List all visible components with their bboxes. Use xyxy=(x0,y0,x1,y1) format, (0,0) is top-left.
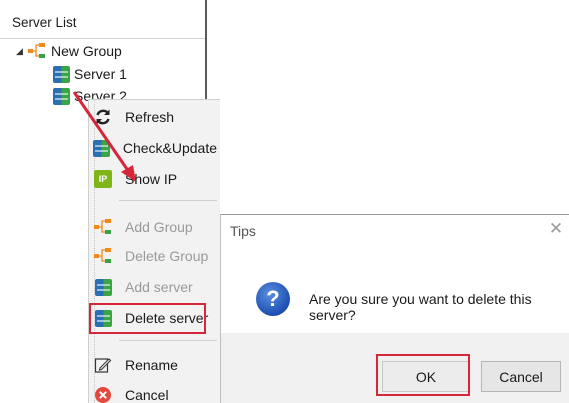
menu-item-label: Cancel xyxy=(125,387,169,403)
group-icon xyxy=(93,246,113,266)
menu-item-label: Check&Update xyxy=(122,140,217,156)
menu-separator xyxy=(119,200,217,201)
cancel-icon xyxy=(93,385,113,403)
delete-server-highlight xyxy=(89,303,206,334)
panel-title: Server List xyxy=(12,15,77,30)
cancel-button[interactable]: Cancel xyxy=(481,361,561,392)
menu-item-add-server[interactable]: Add server xyxy=(93,274,217,300)
menu-item-label: Add Group xyxy=(125,219,193,235)
group-icon xyxy=(93,217,113,237)
close-icon[interactable]: ✕ xyxy=(547,219,565,239)
tree-node-server-1[interactable]: Server 1 xyxy=(53,64,127,84)
server-icon xyxy=(93,277,113,297)
menu-separator xyxy=(119,340,217,341)
menu-item-check-update[interactable]: Check&Update xyxy=(93,135,217,161)
ok-button-highlight xyxy=(376,354,470,396)
group-label: New Group xyxy=(51,43,122,59)
menu-item-label: Show IP xyxy=(125,171,178,187)
panel-divider xyxy=(0,38,205,39)
menu-item-label: Rename xyxy=(125,357,178,373)
rename-icon xyxy=(93,355,113,375)
panel-splitter[interactable] xyxy=(205,0,207,100)
menu-item-label: Delete Group xyxy=(125,248,209,264)
menu-item-show-ip[interactable]: IP Show IP xyxy=(93,166,217,192)
tree-node-group[interactable]: ◢ New Group xyxy=(16,41,122,61)
menu-item-label: Refresh xyxy=(125,109,175,125)
question-icon: ? xyxy=(256,282,290,316)
server-icon xyxy=(93,138,111,158)
dialog-title: Tips xyxy=(230,223,256,239)
expand-triangle-icon[interactable]: ◢ xyxy=(16,46,28,57)
refresh-icon xyxy=(93,107,113,127)
server-label: Server 1 xyxy=(74,66,127,82)
menu-item-label: Add server xyxy=(125,279,193,295)
dialog-message: Are you sure you want to delete this ser… xyxy=(309,291,532,323)
server-icon xyxy=(53,65,70,83)
server-icon xyxy=(53,87,70,105)
group-icon xyxy=(28,43,45,58)
context-menu: Refresh Check&Update IP Show IP Add Grou… xyxy=(88,99,220,403)
ip-icon: IP xyxy=(93,169,113,189)
menu-item-delete-group[interactable]: Delete Group xyxy=(93,243,217,269)
menu-item-rename[interactable]: Rename xyxy=(93,352,217,378)
menu-item-refresh[interactable]: Refresh xyxy=(93,104,217,130)
menu-item-add-group[interactable]: Add Group xyxy=(93,214,217,240)
menu-item-cancel[interactable]: Cancel xyxy=(93,382,217,403)
